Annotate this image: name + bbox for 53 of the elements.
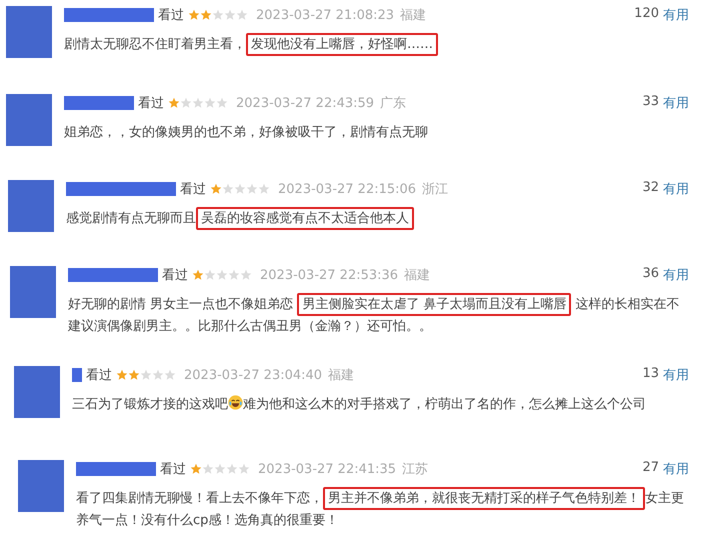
vote-count: 120 bbox=[634, 6, 659, 23]
filled-star-icon bbox=[128, 369, 140, 381]
watched-label: 看过 bbox=[138, 95, 164, 112]
comment-time: 2023-03-27 22:41:35 bbox=[258, 462, 396, 476]
comment-region: 福建 bbox=[404, 267, 430, 284]
redaction-bar bbox=[64, 96, 134, 110]
filled-star-icon bbox=[116, 369, 128, 381]
avatar[interactable] bbox=[10, 266, 56, 318]
filled-star-icon bbox=[210, 183, 222, 195]
avatar[interactable] bbox=[6, 94, 52, 146]
comment-text: 好无聊的剧情 男女主一点也不像姐弟恋 男主侧脸实在太虐了 鼻子太塌而且没有上嘴唇 这样的长相实在不建议演偶像剧男主。。比那什么古偶丑男（金瀚？）还可怕。。 bbox=[68, 294, 689, 338]
comment-region: 广东 bbox=[380, 95, 406, 112]
avatar[interactable] bbox=[18, 460, 64, 512]
watched-label: 看过 bbox=[160, 461, 186, 478]
comment-region: 福建 bbox=[400, 7, 426, 24]
comment-time: 2023-03-27 21:08:23 bbox=[256, 8, 394, 22]
redaction-bar bbox=[72, 368, 82, 382]
comment-time: 2023-03-27 22:53:36 bbox=[260, 268, 398, 282]
comment-text: 看了四集剧情无聊慢！看上去不像年下恋， 男主并不像弟弟，就很丧无精打采的样子气色特别差！ 女主更养气一点！没有什么cp感！选角真的很重要！ bbox=[76, 488, 689, 532]
useful-link[interactable]: 有用 bbox=[663, 460, 689, 478]
comment-time: 2023-03-27 23:04:40 bbox=[184, 368, 322, 382]
useful-link[interactable]: 有用 bbox=[663, 6, 689, 24]
watched-label: 看过 bbox=[162, 267, 188, 284]
filled-star-icon bbox=[200, 9, 212, 21]
useful-link[interactable]: 有用 bbox=[663, 366, 689, 384]
comment-text: 姐弟恋，，女的像姨男的也不弟，好像被吸干了，剧情有点无聊 bbox=[64, 124, 429, 142]
comment-text: 三石为了锻炼才接的这戏吧 难为他和这么木的对手搭戏了，柠萌出了名的作，怎么摊上这么个公司 bbox=[72, 394, 647, 414]
vote-count: 27 bbox=[642, 460, 659, 477]
laughing-face-icon bbox=[228, 395, 243, 410]
filled-star-icon bbox=[190, 463, 202, 475]
vote-count: 13 bbox=[642, 366, 659, 383]
avatar[interactable] bbox=[8, 180, 54, 232]
comment-text: 剧情太无聊忍不住盯着男主看， 发现他没有上嘴唇，好怪啊…… bbox=[64, 34, 689, 56]
vote-count: 36 bbox=[642, 266, 659, 283]
avatar[interactable] bbox=[14, 366, 60, 418]
comment-time: 2023-03-27 22:43:59 bbox=[236, 96, 374, 110]
comment-region: 浙江 bbox=[422, 181, 448, 198]
useful-link[interactable]: 有用 bbox=[663, 266, 689, 284]
watched-label: 看过 bbox=[86, 367, 112, 384]
comment-text: 感觉剧情有点无聊而且 吴磊的妆容感觉有点不太适合他本人 bbox=[66, 208, 689, 230]
comment-time: 2023-03-27 22:15:06 bbox=[278, 182, 416, 196]
filled-star-icon bbox=[192, 269, 204, 281]
avatar[interactable] bbox=[6, 6, 52, 58]
vote-count: 32 bbox=[642, 180, 659, 197]
useful-link[interactable]: 有用 bbox=[663, 180, 689, 198]
vote-count: 33 bbox=[642, 94, 659, 111]
comment-region: 江苏 bbox=[402, 461, 428, 478]
filled-star-icon bbox=[168, 97, 180, 109]
watched-label: 看过 bbox=[180, 181, 206, 198]
useful-link[interactable]: 有用 bbox=[663, 94, 689, 112]
comment-region: 福建 bbox=[328, 367, 354, 384]
watched-label: 看过 bbox=[158, 7, 184, 24]
filled-star-icon bbox=[188, 9, 200, 21]
